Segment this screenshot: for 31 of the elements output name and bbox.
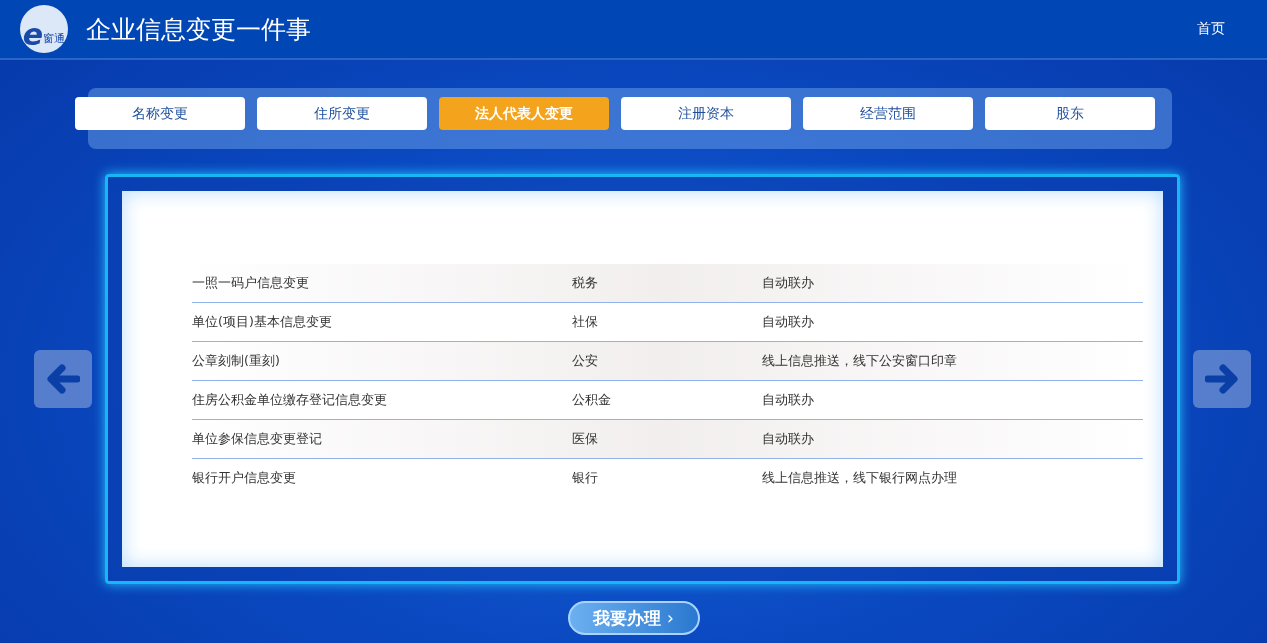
table-cell-text: 公积金 — [572, 391, 612, 409]
table-cell-text: 公安 — [572, 352, 599, 370]
category-tab[interactable]: 名称变更 — [75, 97, 245, 130]
table-cell-text: 一照一码户信息变更 — [192, 274, 310, 292]
table-cell: 线上信息推送，线下银行网点办理 — [762, 469, 957, 487]
table-cell-text: 单位参保信息变更登记 — [192, 430, 323, 448]
next-button[interactable] — [1193, 350, 1251, 408]
table-cell: 自动联办 — [762, 430, 814, 448]
left-arrow-icon — [46, 364, 80, 394]
table-cell-text: 银行 — [572, 469, 599, 487]
table-cell-text: 银行开户信息变更 — [192, 469, 297, 487]
right-arrow-icon — [1205, 364, 1239, 394]
page-title: 企业信息变更一件事 — [86, 13, 312, 46]
home-link[interactable]: 首页 — [1197, 20, 1225, 38]
table-cell-text: 医保 — [572, 430, 599, 448]
category-tab[interactable]: 股东 — [985, 97, 1155, 130]
apply-button[interactable]: 我要办理 › — [567, 601, 700, 635]
table-cell: 自动联办 — [762, 391, 814, 409]
table-cell-text: 单位(项目)基本信息变更 — [192, 313, 333, 331]
category-tab[interactable]: 经营范围 — [803, 97, 973, 130]
logo-icon: e窗通 — [20, 5, 68, 53]
table-cell-text: 税务 — [572, 274, 599, 292]
table-cell-text: 公章刻制(重刻) — [192, 352, 281, 370]
table-cell-text: 社保 — [572, 313, 599, 331]
table-cell-text: 住房公积金单位缴存登记信息变更 — [192, 391, 388, 409]
table-cell: 线上信息推送，线下公安窗口印章 — [762, 352, 957, 370]
previous-button[interactable] — [34, 350, 92, 408]
category-tab[interactable]: 住所变更 — [257, 97, 427, 130]
table-cell: 自动联办 — [762, 274, 814, 292]
table-cell: 自动联办 — [762, 313, 814, 331]
category-tab[interactable]: 注册资本 — [621, 97, 791, 130]
